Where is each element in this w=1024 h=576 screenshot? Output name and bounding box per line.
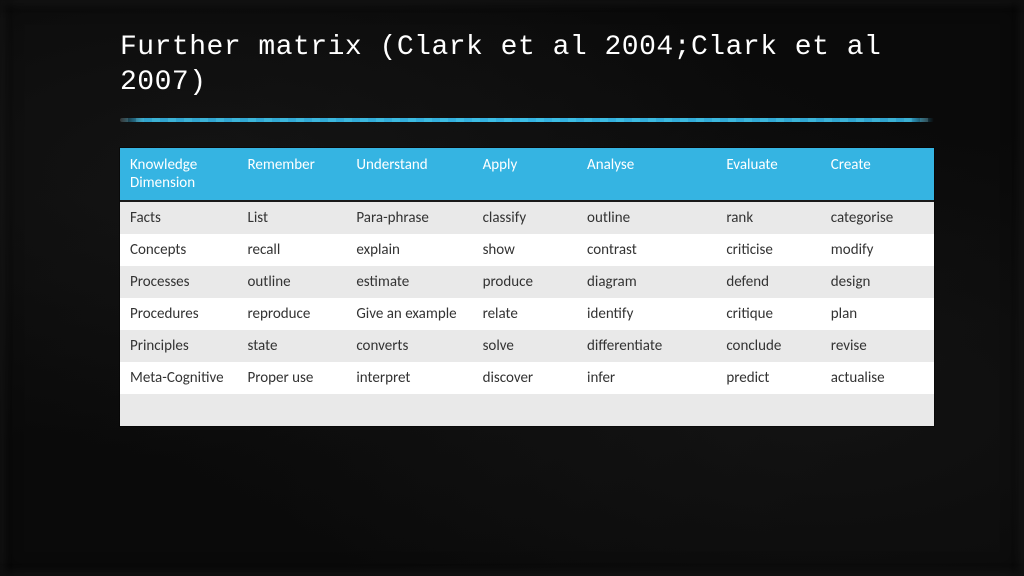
cell: relate [473,298,577,330]
cell: actualise [821,362,934,394]
cell: criticise [716,234,820,266]
cell: converts [346,330,472,362]
cell [577,394,716,426]
slide-title: Further matrix (Clark et al 2004;Clark e… [120,30,934,100]
cell: critique [716,298,820,330]
cell: Para-phrase [346,201,472,234]
col-header: Evaluate [716,148,820,201]
table-header-row: Knowledge Dimension Remember Understand … [120,148,934,201]
col-header: Create [821,148,934,201]
col-header: Understand [346,148,472,201]
table-row: Facts List Para-phrase classify outline … [120,201,934,234]
col-header: Knowledge Dimension [120,148,238,201]
cell [716,394,820,426]
cell: Meta-Cognitive [120,362,238,394]
table-row [120,394,934,426]
cell: infer [577,362,716,394]
cell: recall [238,234,347,266]
cell: show [473,234,577,266]
cell: categorise [821,201,934,234]
cell: identify [577,298,716,330]
cell: outline [577,201,716,234]
cell: Procedures [120,298,238,330]
cell: differentiate [577,330,716,362]
table-row: Concepts recall explain show contrast cr… [120,234,934,266]
table-row: Principles state converts solve differen… [120,330,934,362]
col-header: Apply [473,148,577,201]
cell [346,394,472,426]
cell: List [238,201,347,234]
cell: classify [473,201,577,234]
cell: explain [346,234,472,266]
cell: solve [473,330,577,362]
table-row: Procedures reproduce Give an example rel… [120,298,934,330]
cell: produce [473,266,577,298]
cell: Facts [120,201,238,234]
title-underline [120,118,934,122]
cell: estimate [346,266,472,298]
cell: revise [821,330,934,362]
cell [473,394,577,426]
cell: Give an example [346,298,472,330]
table-body: Facts List Para-phrase classify outline … [120,201,934,426]
table-row: Processes outline estimate produce diagr… [120,266,934,298]
slide: Further matrix (Clark et al 2004;Clark e… [0,0,1024,576]
cell: Proper use [238,362,347,394]
cell: diagram [577,266,716,298]
cell: plan [821,298,934,330]
cell [821,394,934,426]
cell: Concepts [120,234,238,266]
cell [238,394,347,426]
cell [120,394,238,426]
cell: state [238,330,347,362]
cell: conclude [716,330,820,362]
cell: modify [821,234,934,266]
cell: defend [716,266,820,298]
cell: contrast [577,234,716,266]
cell: Processes [120,266,238,298]
cell: design [821,266,934,298]
cell: interpret [346,362,472,394]
cell: outline [238,266,347,298]
cell: discover [473,362,577,394]
col-header: Analyse [577,148,716,201]
cell: rank [716,201,820,234]
cell: Principles [120,330,238,362]
matrix-table: Knowledge Dimension Remember Understand … [120,148,934,426]
cell: reproduce [238,298,347,330]
col-header: Remember [238,148,347,201]
table-row: Meta-Cognitive Proper use interpret disc… [120,362,934,394]
cell: predict [716,362,820,394]
